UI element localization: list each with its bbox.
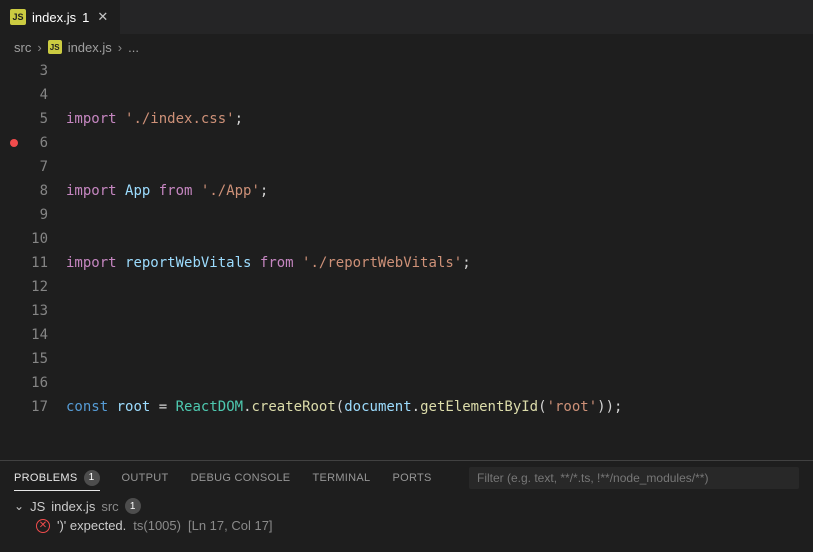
line-number: 13 [0, 299, 48, 323]
line-number: 12 [0, 275, 48, 299]
line-number: 8 [0, 179, 48, 203]
problem-item[interactable]: ✕ ')' expected. ts(1005) [Ln 17, Col 17] [8, 516, 805, 535]
code-line[interactable]: import App from './App'; [66, 179, 813, 203]
close-icon[interactable]: ✕ [95, 9, 110, 25]
tab-terminal[interactable]: TERMINAL [312, 472, 370, 484]
problem-file-count: 1 [125, 498, 141, 514]
breadcrumb-file[interactable]: index.js [68, 40, 112, 55]
tab-index-js[interactable]: JS index.js 1 ✕ [0, 0, 121, 34]
error-icon: ✕ [36, 519, 50, 533]
code-line[interactable]: import reportWebVitals from './reportWeb… [66, 251, 813, 275]
problem-file-name: index.js [51, 499, 95, 514]
breadcrumb[interactable]: src › JS index.js › ... [0, 35, 813, 59]
tab-title: index.js [32, 10, 76, 25]
code-line[interactable] [66, 323, 813, 347]
error-breakpoint-icon[interactable] [10, 139, 18, 147]
line-number: 10 [0, 227, 48, 251]
code-line[interactable]: const root = ReactDOM.createRoot(documen… [66, 395, 813, 419]
panel-tabs: PROBLEMS 1 OUTPUT DEBUG CONSOLE TERMINAL… [0, 461, 813, 494]
chevron-right-icon: › [37, 40, 41, 55]
code-editor[interactable]: 3 4 5 6 7 8 9 10 11 12 13 14 15 16 17 im… [0, 59, 813, 460]
line-number: 4 [0, 83, 48, 107]
tab-debug-console[interactable]: DEBUG CONSOLE [191, 472, 291, 484]
line-number: 15 [0, 347, 48, 371]
tab-label: PROBLEMS [14, 472, 78, 484]
line-number: 3 [0, 59, 48, 83]
problem-message: ')' expected. [57, 518, 126, 533]
chevron-down-icon[interactable]: ⌄ [14, 499, 24, 513]
line-number: 14 [0, 323, 48, 347]
code-line[interactable]: import './index.css'; [66, 107, 813, 131]
line-number: 17 [0, 395, 48, 419]
tab-error-count: 1 [82, 10, 89, 25]
line-number: 11 [0, 251, 48, 275]
tab-ports[interactable]: PORTS [392, 472, 431, 484]
bottom-panel: PROBLEMS 1 OUTPUT DEBUG CONSOLE TERMINAL… [0, 460, 813, 552]
problem-code: ts(1005) [133, 518, 181, 533]
line-number: 16 [0, 371, 48, 395]
tab-problems[interactable]: PROBLEMS 1 [14, 470, 100, 491]
problems-filter-input[interactable] [469, 467, 799, 489]
line-number: 6 [0, 131, 48, 155]
breadcrumb-symbol[interactable]: ... [128, 40, 139, 55]
code-content[interactable]: import './index.css'; import App from '.… [66, 59, 813, 460]
problems-count-badge: 1 [84, 470, 100, 486]
js-file-icon: JS [48, 40, 62, 54]
line-number: 5 [0, 107, 48, 131]
problems-list: ⌄ JS index.js src 1 ✕ ')' expected. ts(1… [0, 494, 813, 552]
breadcrumb-folder[interactable]: src [14, 40, 31, 55]
line-number: 9 [0, 203, 48, 227]
js-file-icon: JS [30, 499, 45, 514]
chevron-right-icon: › [118, 40, 122, 55]
line-number: 7 [0, 155, 48, 179]
js-file-icon: JS [10, 9, 26, 25]
tabs-bar: JS index.js 1 ✕ [0, 0, 813, 35]
line-number-gutter: 3 4 5 6 7 8 9 10 11 12 13 14 15 16 17 [0, 59, 66, 460]
problem-file-folder: src [101, 499, 118, 514]
tab-output[interactable]: OUTPUT [122, 472, 169, 484]
problem-location: [Ln 17, Col 17] [188, 518, 273, 533]
problem-file-group[interactable]: ⌄ JS index.js src 1 [8, 496, 805, 516]
